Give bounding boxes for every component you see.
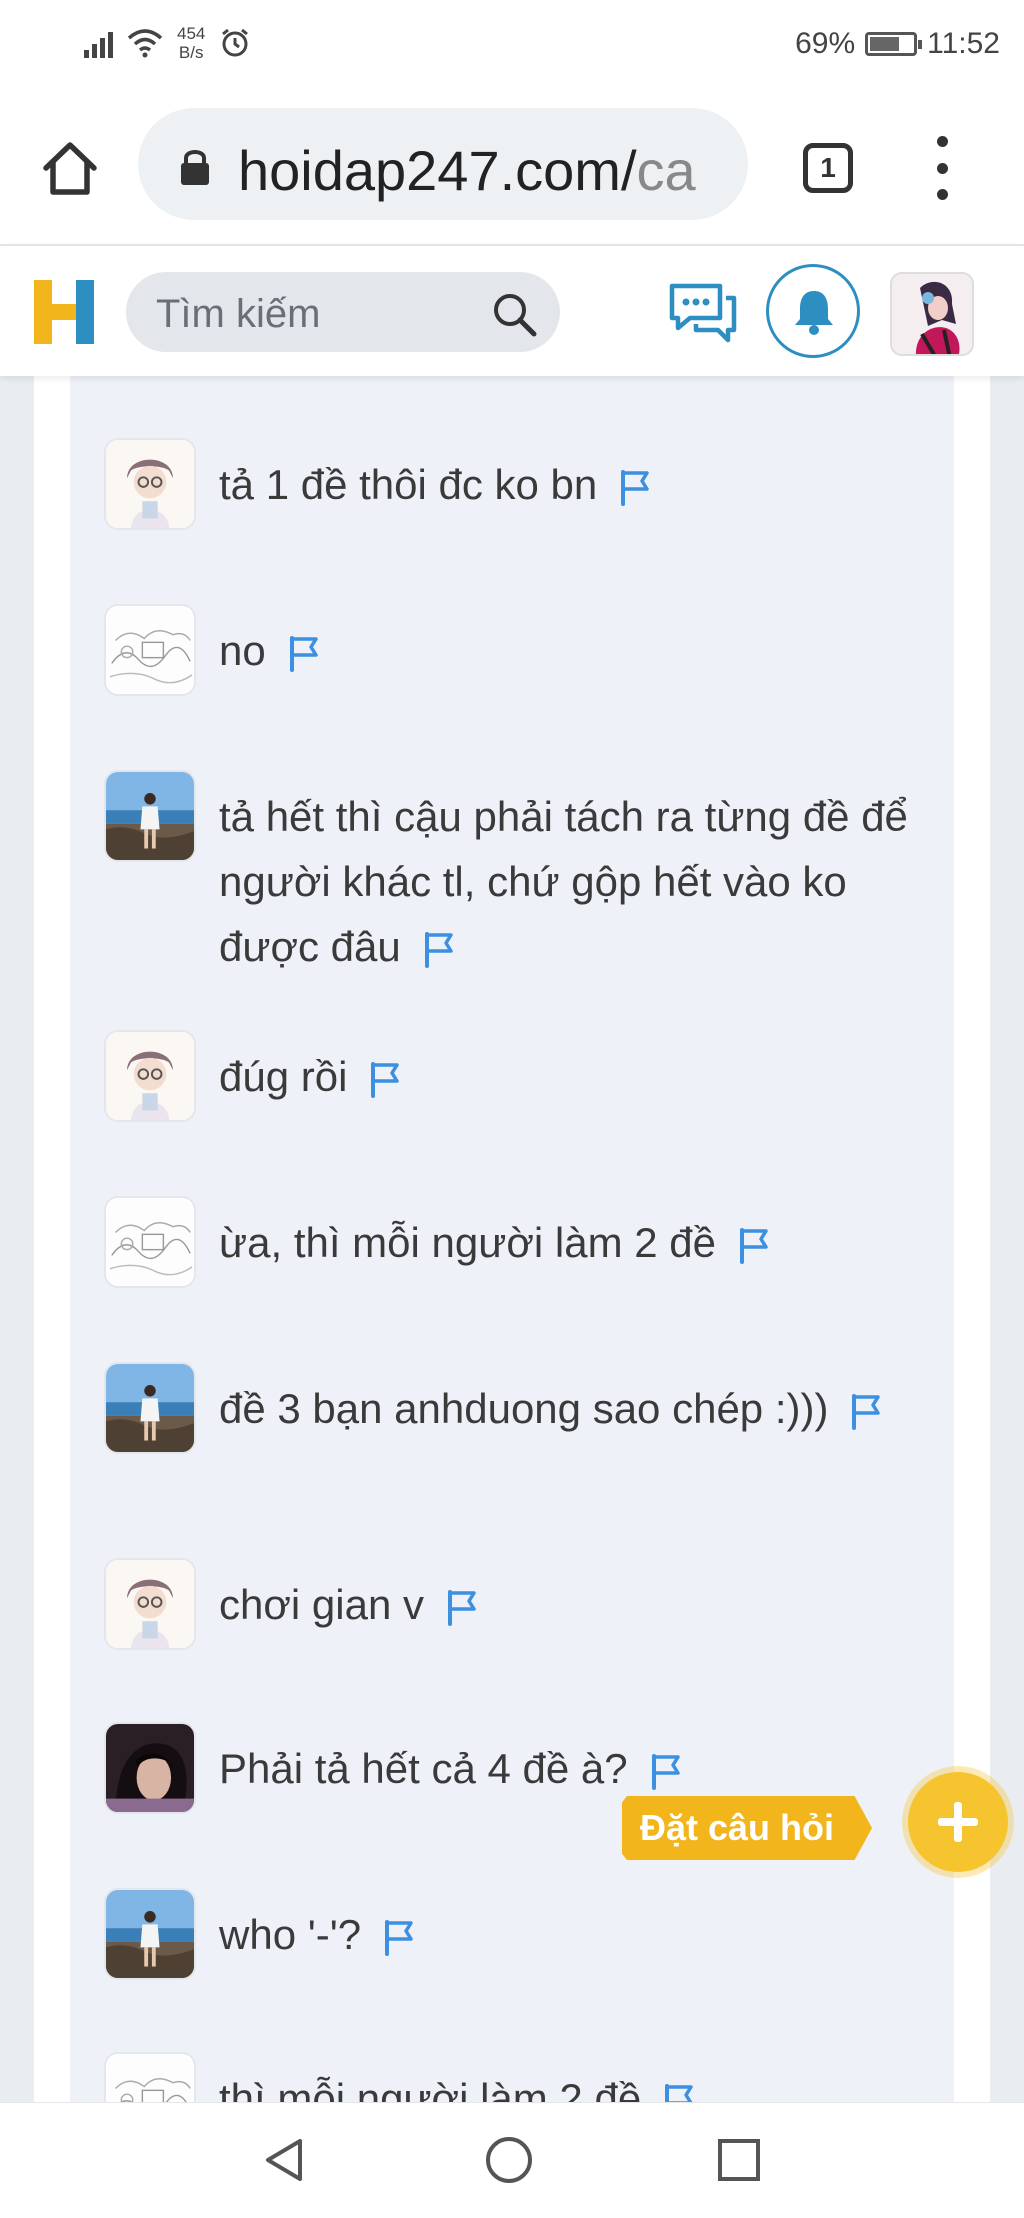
battery-icon — [865, 32, 923, 56]
comment-body: tả hết thì cậu phải tách ra từng đề để n… — [219, 793, 908, 970]
clock: 11:52 — [927, 27, 1000, 60]
comment-text: tả hết thì cậu phải tách ra từng đề để n… — [219, 784, 919, 979]
comment-body: tả 1 đề thôi đc ko bn — [219, 461, 598, 508]
report-flag-icon[interactable] — [379, 1918, 417, 1958]
system-nav-bar — [0, 2102, 1024, 2218]
report-flag-icon[interactable] — [365, 1060, 403, 1100]
battery-percent: 69% — [795, 27, 856, 60]
comment-text: who '-'? — [219, 1902, 919, 1967]
commenter-avatar[interactable] — [104, 1558, 196, 1650]
ask-question-label[interactable]: Đặt câu hỏi — [622, 1796, 873, 1860]
status-left: 454 B/s — [84, 20, 251, 66]
browser-toolbar: hoidap247.com/ca 1 — [0, 86, 1024, 244]
comment-body: who '-'? — [219, 1911, 362, 1958]
lock-icon — [181, 150, 209, 185]
comment-text: chơi gian v — [219, 1572, 919, 1637]
comment-body: Phải tả hết cả 4 đề à? — [219, 1745, 628, 1792]
alarm-icon — [222, 28, 249, 57]
report-flag-icon[interactable] — [284, 634, 322, 674]
recent-apps-icon[interactable] — [718, 2139, 760, 2181]
commenter-avatar[interactable] — [104, 770, 196, 862]
browser-home-button[interactable] — [38, 136, 102, 200]
comment-text: đề 3 bạn anhduong sao chép :))) — [219, 1376, 919, 1441]
home-circle-icon[interactable] — [486, 2137, 532, 2183]
bell-icon — [795, 291, 833, 335]
user-avatar[interactable] — [890, 272, 974, 356]
network-speed-value: 454 — [177, 24, 206, 43]
comment-text: tả 1 đề thôi đc ko bn — [219, 452, 919, 517]
commenter-avatar[interactable] — [104, 1362, 196, 1454]
comment-text: đúg rồi — [219, 1044, 919, 1109]
comment-text: Phải tả hết cả 4 đề à? — [219, 1736, 919, 1801]
comment-body: ừa, thì mỗi người làm 2 đề — [219, 1219, 716, 1266]
home-icon — [43, 142, 97, 195]
comment-body: no — [219, 627, 266, 674]
report-flag-icon[interactable] — [419, 930, 457, 970]
commenter-avatar[interactable] — [104, 1030, 196, 1122]
url-faded: ca — [636, 139, 696, 202]
commenter-avatar[interactable] — [104, 604, 196, 696]
report-flag-icon[interactable] — [734, 1226, 772, 1266]
network-speed: 454 B/s — [177, 24, 205, 62]
tab-switcher-button[interactable]: 1 — [803, 143, 853, 193]
address-bar[interactable]: hoidap247.com/ca — [138, 108, 748, 220]
comment-text: no — [219, 618, 919, 683]
report-flag-icon[interactable] — [615, 468, 653, 508]
comment-body: đề 3 bạn anhduong sao chép :))) — [219, 1385, 829, 1432]
ask-question-button[interactable] — [908, 1772, 1008, 1872]
search-icon[interactable] — [490, 290, 538, 338]
search-placeholder: Tìm kiếm — [156, 292, 321, 336]
wifi-icon — [127, 29, 163, 58]
signal-icon — [84, 28, 113, 58]
back-icon[interactable] — [262, 2137, 306, 2183]
url-text: hoidap247.com/ca — [238, 138, 696, 203]
report-flag-icon[interactable] — [646, 1752, 684, 1792]
browser-menu-button[interactable] — [930, 136, 954, 200]
notification-button[interactable] — [766, 264, 860, 358]
commenter-avatar[interactable] — [104, 438, 196, 530]
commenter-avatar[interactable] — [104, 1888, 196, 1980]
chat-icon[interactable] — [666, 278, 738, 344]
comment-body: chơi gian v — [219, 1581, 424, 1628]
search-box[interactable]: Tìm kiếm — [126, 272, 560, 352]
status-bar: 454 B/s 69% 11:52 — [0, 0, 1024, 86]
comment-text: ừa, thì mỗi người làm 2 đề — [219, 1210, 919, 1275]
comment-body: đúg rồi — [219, 1053, 348, 1100]
network-speed-unit: B/s — [178, 43, 204, 62]
status-right: 69% 11:52 — [795, 24, 1000, 64]
url-main: hoidap247.com/ — [238, 139, 637, 202]
commenter-avatar[interactable] — [104, 1722, 196, 1814]
commenter-avatar[interactable] — [104, 1196, 196, 1288]
site-logo[interactable] — [32, 274, 100, 348]
report-flag-icon[interactable] — [442, 1588, 480, 1628]
user-avatar-image — [892, 274, 972, 354]
report-flag-icon[interactable] — [846, 1392, 884, 1432]
site-header: Tìm kiếm — [0, 244, 1024, 376]
